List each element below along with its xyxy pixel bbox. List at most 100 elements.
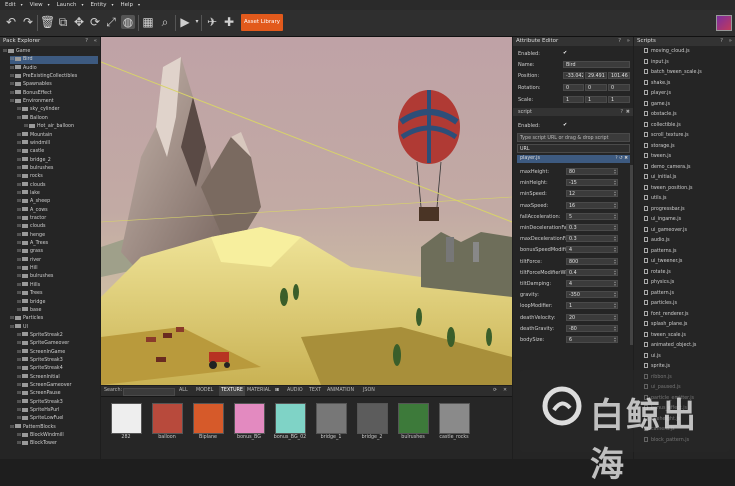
tree-item[interactable]: ⊟ bridge [17,299,45,307]
tree-item[interactable]: ⊟ windmill [17,140,50,148]
script-item[interactable]: scroll_texture.js [644,132,689,138]
asset-thumbnail[interactable] [357,403,388,434]
attribute-value-field[interactable]: -80 ▴ ▾ [566,324,618,332]
tree-item[interactable]: ⊟ PreExistingCollectibles [10,73,77,81]
attribute-value-field[interactable]: 0.4 ▴ ▾ [566,268,618,276]
position-z-field[interactable]: 101.46 [608,72,630,79]
tab-texture[interactable]: TEXTURE [219,386,245,396]
tree-item[interactable]: ⊟ SpriteStreak4 [17,365,63,373]
script-file-actions-icon[interactable]: ? ↺ ✖ [615,155,628,163]
attribute-value-field[interactable]: 4 ▴ ▾ [566,280,618,287]
tree-item[interactable]: ⊟ Spawnables [10,81,52,89]
tab-audio[interactable]: AUDIO [287,386,303,396]
script-item[interactable]: storage.js [644,142,675,149]
menu-edit[interactable]: Edit [5,0,16,10]
rotation-y-field[interactable]: 0 [585,84,607,91]
tree-item[interactable]: ⊟ ScreenGameover [17,382,71,390]
stepper-icon[interactable]: ▴ ▾ [613,225,617,230]
attribute-value-field[interactable]: 80 ▴ ▾ [566,168,618,175]
tree-item[interactable]: ⊟ BlockTower [17,440,57,448]
asset-thumbnail[interactable] [316,403,347,434]
script-item[interactable]: utils.js [644,195,666,201]
collapse-icon[interactable]: » [729,37,732,46]
attribute-value-field[interactable]: 6 ▴ ▾ [566,336,618,343]
script-section-header[interactable]: script ? ✖ [513,108,633,116]
redo-icon[interactable]: ↷ [21,15,35,29]
stepper-icon[interactable]: ▴ ▾ [613,180,617,185]
menu-entity[interactable]: Entity [90,0,106,10]
tree-item[interactable]: ⊟ UI [10,324,28,332]
stepper-icon[interactable]: ▴ ▾ [613,292,617,297]
scene-viewport[interactable] [101,37,512,385]
stepper-icon[interactable]: ▴ ▾ [613,315,617,320]
script-item[interactable]: player.js [644,90,671,96]
script-item[interactable]: pattern.js [644,289,674,296]
script-item[interactable]: progressbar.js [644,205,685,212]
script-item[interactable]: ui_ingame.js [644,216,681,222]
help-icon[interactable]: ? [620,108,623,116]
scale-x-field[interactable]: 1 [563,96,584,103]
tree-item[interactable]: ⊟ grass [17,248,43,256]
stepper-icon[interactable]: ▴ ▾ [613,214,617,219]
stepper-icon[interactable]: ▴ ▾ [613,236,617,241]
asset-search-input[interactable] [123,388,175,396]
asset-library-button[interactable]: Asset Library [241,14,283,31]
globe-icon[interactable]: ◍ [121,15,135,29]
move-icon[interactable]: ✥ [72,15,86,29]
tab-text[interactable]: TEXT [309,386,321,396]
avatar[interactable] [716,15,732,31]
duplicate-icon[interactable]: ⧉ [56,15,70,29]
script-item[interactable]: ui_initial.js [644,174,676,180]
tree-item[interactable]: ⊟ SpriteHsPurl [17,407,60,415]
rotate-icon[interactable]: ⟳ [88,15,102,29]
tree-item[interactable]: ⊟ tractor [17,215,46,223]
script-item[interactable]: obstacle.js [644,111,677,117]
attribute-value-field[interactable]: 0.3 ▴ ▾ [566,224,618,231]
tree-item[interactable]: ⊟ SpriteLowFuel [17,415,64,423]
tree-item[interactable]: ⊟ ScreenInGame [17,349,65,357]
tree-item[interactable]: ⊟ Particles [10,315,43,323]
tree-item[interactable]: ⊟ Bird [10,56,98,65]
attribute-value-field[interactable]: 20 ▴ ▾ [566,313,618,321]
stepper-icon[interactable]: ▴ ▾ [613,247,617,252]
enabled-checkbox[interactable]: ✔ [563,50,567,56]
tree-item[interactable]: ⊟ lake [17,190,40,198]
position-y-field[interactable]: 29.491 [585,72,607,79]
grid-icon[interactable]: ▦ [141,15,155,29]
tree-item[interactable]: ⊟ Audio [10,65,37,73]
script-item[interactable]: ui_tweener.js [644,258,682,264]
attribute-value-field[interactable]: 0.3 ▴ ▾ [566,235,618,243]
script-item[interactable]: collectible.js [644,121,681,128]
stepper-icon[interactable]: ▴ ▾ [613,337,617,342]
attribute-value-field[interactable]: -15 ▴ ▾ [566,179,618,187]
remove-component-icon[interactable]: ✖ [626,108,630,116]
script-item[interactable]: tween_scale.js [644,331,686,338]
script-item[interactable]: batch_tween_scale.js [644,69,702,75]
help-icon[interactable]: ? [720,37,723,46]
asset-thumbnail[interactable] [111,403,142,434]
stepper-icon[interactable]: ▴ ▾ [613,270,617,275]
asset-thumbnail[interactable] [275,403,306,434]
attribute-value-field[interactable]: 800 ▴ ▾ [566,257,618,265]
attribute-value-field[interactable]: 5 ▴ ▾ [566,212,618,220]
asset-thumbnail[interactable] [398,403,429,434]
asset-thumbnail[interactable] [152,403,183,434]
tree-item[interactable]: ⊟ Balloon [17,115,48,123]
rotation-z-field[interactable]: 0 [608,84,630,91]
tree-item[interactable]: ⊟ bulrushes [17,273,53,281]
tree-item[interactable]: ⊟ BlockWindmill [17,432,64,440]
script-item[interactable]: audio.js [644,237,670,243]
stepper-icon[interactable]: ▴ ▾ [613,191,617,196]
tree-item[interactable]: ⊟ rocks [17,173,43,181]
tree-item[interactable]: ⊟ SpriteStreak3 [17,357,63,365]
menu-launch[interactable]: Launch [57,0,77,10]
tree-item[interactable]: ⊟ bulrushes [17,165,53,173]
tree-item[interactable]: ⊟ SpriteStreak2 [17,332,63,340]
help-icon[interactable]: ? [85,37,88,46]
script-item[interactable]: particles.js [644,300,677,306]
tree-item[interactable]: ⊟ ScreenPause [17,390,61,398]
tree-item[interactable]: ⊟ base [17,307,41,315]
tree-item[interactable]: ⊟ Environment [10,98,54,106]
script-item[interactable]: ui_gameover.js [644,226,687,233]
stepper-icon[interactable]: ▴ ▾ [613,259,617,264]
